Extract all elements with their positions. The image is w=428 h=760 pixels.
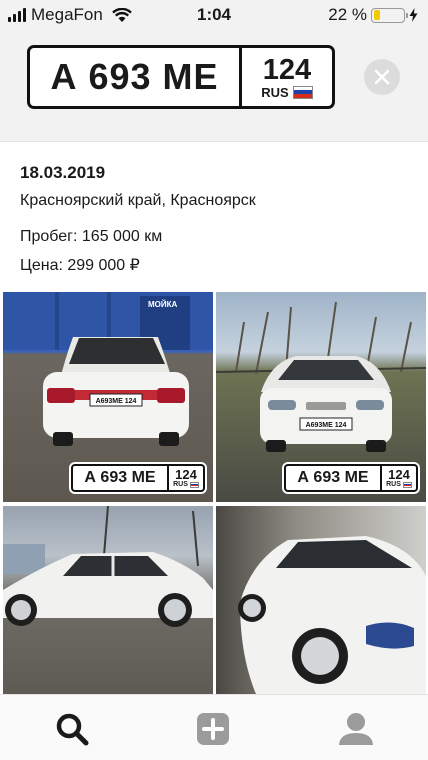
listing-date: 18.03.2019 <box>20 163 106 182</box>
car-photo-1[interactable]: МОЙКА А693МЕ 124 А 693 МЕ 124 RUS <box>3 292 213 502</box>
plate-number: А 693 МЕ <box>286 466 382 490</box>
tab-bar <box>0 694 428 760</box>
russia-flag-icon <box>189 481 199 488</box>
photo-plate-overlay: А 693 МЕ 124 RUS <box>71 464 205 492</box>
plate-country: RUS <box>261 84 289 100</box>
profile-icon <box>339 713 373 745</box>
tab-profile[interactable] <box>336 709 376 749</box>
close-button[interactable] <box>364 59 400 95</box>
plate-country-row: RUS <box>173 481 199 488</box>
russia-flag-icon <box>292 85 313 99</box>
status-bar: MegaFon 1:04 22 % <box>0 0 428 30</box>
battery-icon <box>371 7 408 23</box>
battery-percent: 22 % <box>328 5 367 24</box>
carwash-sign: МОЙКА <box>148 300 178 309</box>
plate-region-code: 124 <box>175 467 197 482</box>
photo-plate-overlay: А 693 МЕ 124 RUS <box>284 464 418 492</box>
license-plate: А 693 МЕ 124 RUS <box>27 45 335 109</box>
plate-region-code: 124 <box>262 53 312 86</box>
charging-bolt-icon <box>409 8 418 22</box>
tab-add[interactable] <box>193 709 233 749</box>
plate-country-row: RUS <box>261 84 313 100</box>
plate-number: А 693 МЕ <box>73 466 169 490</box>
car-photo-3[interactable] <box>3 506 213 694</box>
add-icon <box>197 713 229 745</box>
plate-region-block: 124 RUS <box>242 48 332 106</box>
close-icon <box>374 69 390 85</box>
plate-number: А 693 МЕ <box>30 48 242 106</box>
status-right: 22 % <box>328 5 418 25</box>
plate-country: RUS <box>386 481 401 488</box>
car-photo-2[interactable]: А693МЕ 124 А 693 МЕ 124 RUS <box>216 292 426 502</box>
battery-level <box>373 10 380 20</box>
photo-plate-text: А693МЕ 124 <box>96 398 137 405</box>
plate-country-row: RUS <box>386 481 412 488</box>
listing-info: 18.03.2019 Красноярский край, Красноярск… <box>20 163 256 279</box>
plate-region-block: 124 RUS <box>382 466 416 490</box>
listing-location: Красноярский край, Красноярск <box>20 192 256 209</box>
russia-flag-icon <box>402 481 412 488</box>
car-side-photo <box>3 506 213 627</box>
search-icon <box>56 713 89 746</box>
listing-mileage: Пробег: 165 000 км <box>20 228 163 245</box>
plate-region-block: 124 RUS <box>169 466 203 490</box>
car-photo-4[interactable] <box>216 506 426 694</box>
car-front-quarter-photo <box>238 536 426 694</box>
plate-header: А 693 МЕ 124 RUS <box>0 30 428 142</box>
photo-gallery: МОЙКА А693МЕ 124 А 693 МЕ 124 RUS А693МЕ… <box>0 292 428 694</box>
listing-price: Цена: 299 000 ₽ <box>20 257 140 274</box>
photo-plate-text: А693МЕ 124 <box>306 422 347 429</box>
tab-search[interactable] <box>52 709 92 749</box>
plate-region-code: 124 <box>388 467 410 482</box>
plate-country: RUS <box>173 481 188 488</box>
